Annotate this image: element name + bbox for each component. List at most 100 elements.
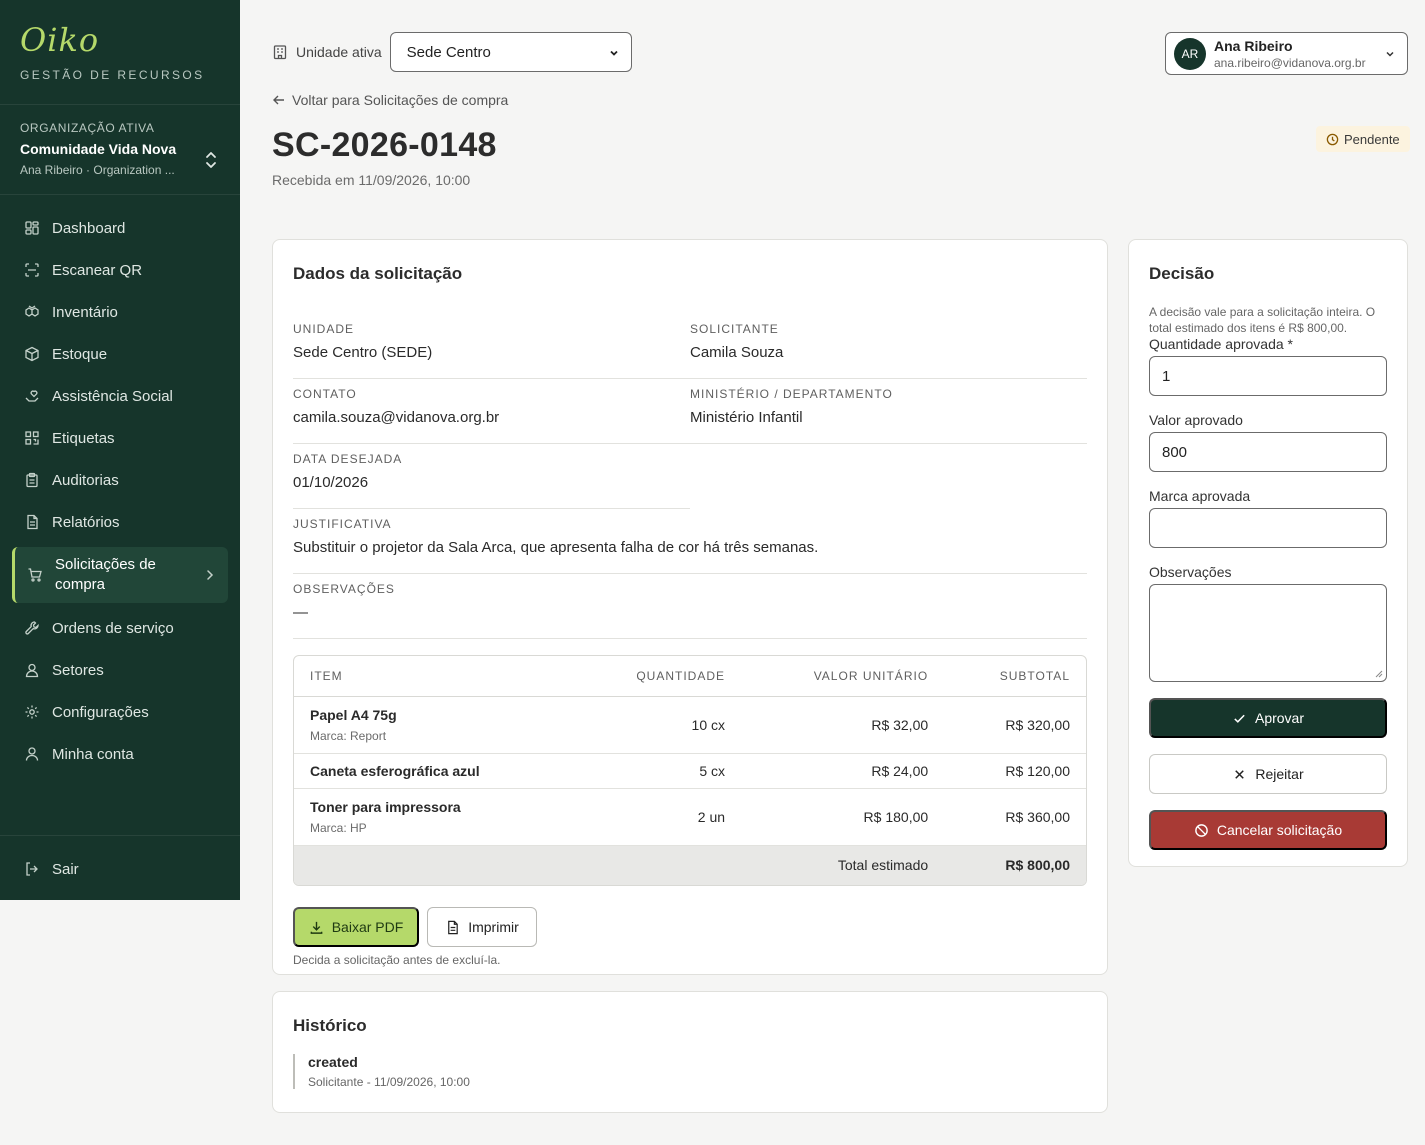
hand-heart-icon	[25, 390, 39, 402]
cart-icon	[28, 568, 42, 582]
oiko-logo[interactable]: Oiko	[20, 22, 220, 58]
nav-item-auditorias[interactable]: Auditorias	[0, 459, 240, 501]
approved-qty-label: Quantidade aprovada *	[1149, 336, 1293, 352]
history-entry-title: created	[308, 1054, 358, 1070]
download-pdf-button[interactable]: Baixar PDF	[293, 907, 419, 947]
approved-qty-input[interactable]: 1	[1149, 356, 1387, 396]
nav-label: Auditorias	[52, 471, 119, 489]
field-value: —	[293, 604, 308, 621]
page-title: SC-2026-0148	[272, 126, 497, 164]
cancel-request-button[interactable]: Cancelar solicitação	[1149, 810, 1387, 850]
item-brand: Marca: Report	[310, 728, 387, 743]
nav-item-etiquetas[interactable]: Etiquetas	[0, 417, 240, 459]
nav-label: Setores	[52, 661, 104, 679]
chevron-down-icon	[1386, 51, 1394, 57]
nav-item-inventario[interactable]: Inventário	[0, 291, 240, 333]
reject-label: Rejeitar	[1255, 766, 1304, 782]
table-row: Caneta esferográfica azul 5 cx R$ 24,00 …	[294, 753, 1086, 789]
approve-button[interactable]: Aprovar	[1149, 698, 1387, 738]
item-name: Caneta esferográfica azul	[310, 762, 480, 779]
print-label: Imprimir	[468, 919, 519, 935]
item-name: Papel A4 75g	[310, 706, 397, 723]
download-pdf-label: Baixar PDF	[331, 919, 404, 935]
resize-grip-icon[interactable]	[1375, 670, 1383, 678]
reject-button[interactable]: Rejeitar	[1149, 754, 1387, 794]
request-details-card: Dados da solicitação UNIDADE Sede Centro…	[272, 239, 1108, 975]
close-icon	[1235, 769, 1245, 779]
nav-label: Escanear QR	[52, 261, 143, 279]
active-unit: Unidade ativa Sede Centro	[272, 32, 632, 72]
history-title: Histórico	[293, 1016, 367, 1035]
field-ministerio: MINISTÉRIO / DEPARTAMENTO Ministério Inf…	[690, 387, 1087, 443]
brand: Oiko GESTÃO DE RECURSOS	[0, 0, 240, 105]
empty-cell	[573, 845, 742, 885]
wrench-icon	[25, 621, 39, 635]
approved-qty-value: 1	[1162, 367, 1171, 385]
column-header-valor-unitario: VALOR UNITÁRIO	[741, 656, 945, 697]
approved-value-input[interactable]: 800	[1149, 432, 1387, 472]
fields-row: CONTATO camila.souza@vidanova.org.br MIN…	[293, 379, 1087, 444]
nav-item-ordens-de-servico[interactable]: Ordens de serviço	[0, 607, 240, 649]
observations-textarea[interactable]	[1149, 584, 1387, 682]
logout-label: Sair	[52, 860, 79, 878]
org-label: ORGANIZAÇÃO ATIVA	[20, 121, 155, 135]
cancel-request-label: Cancelar solicitação	[1216, 822, 1343, 838]
logout-button[interactable]: Sair	[0, 848, 240, 890]
nav-item-scan-qr[interactable]: Escanear QR	[0, 249, 240, 291]
nav-item-solicitacoes-de-compra[interactable]: Solicitações de compra	[12, 547, 228, 603]
user-menu[interactable]: AR Ana Ribeiro ana.ribeiro@vidanova.org.…	[1165, 32, 1408, 75]
clipboard-icon	[26, 472, 38, 488]
item-name: Toner para impressora	[310, 798, 461, 815]
nav-label: Inventário	[52, 303, 118, 321]
back-link[interactable]: Voltar para Solicitações de compra	[272, 92, 508, 108]
nav-item-assistencia-social[interactable]: Assistência Social	[0, 375, 240, 417]
item-qty: 10 cx	[573, 696, 742, 754]
field-value: camila.souza@vidanova.org.br	[293, 409, 500, 426]
field-label: MINISTÉRIO / DEPARTAMENTO	[690, 387, 893, 401]
field-observacoes: OBSERVAÇÕES —	[293, 574, 1087, 639]
empty-cell	[294, 845, 574, 885]
field-value: Substituir o projetor da Sala Arca, que …	[293, 539, 819, 556]
approved-value-value: 800	[1162, 443, 1188, 461]
org-switcher[interactable]: ORGANIZAÇÃO ATIVA Comunidade Vida Nova A…	[0, 105, 240, 195]
box-icon	[25, 346, 39, 362]
nav-label: Solicitações de compra	[55, 556, 156, 593]
check-icon	[1234, 714, 1245, 723]
chevron-up-down-icon	[206, 152, 216, 168]
chevron-right-icon	[207, 570, 214, 580]
field-solicitante: SOLICITANTE Camila Souza	[690, 322, 1087, 378]
chevron-down-icon	[609, 50, 618, 56]
field-label: SOLICITANTE	[690, 322, 779, 336]
item-cell: Papel A4 75g Marca: Report	[294, 696, 574, 754]
nav-item-dashboard[interactable]: Dashboard	[0, 207, 240, 249]
nav-label: Etiquetas	[52, 429, 115, 447]
item-unit-price: R$ 32,00	[741, 696, 945, 754]
gear-icon	[25, 705, 39, 719]
details-title: Dados da solicitação	[293, 264, 463, 283]
approved-brand-input[interactable]	[1149, 508, 1387, 548]
sector-icon	[25, 663, 39, 678]
table-header-row: ITEM QUANTIDADE VALOR UNITÁRIO SUBTOTAL	[294, 656, 1086, 697]
table-row: Papel A4 75g Marca: Report 10 cx R$ 32,0…	[294, 696, 1086, 754]
print-button[interactable]: Imprimir	[427, 907, 537, 947]
nav-label: Ordens de serviço	[52, 619, 174, 637]
nav-item-minha-conta[interactable]: Minha conta	[0, 733, 240, 775]
qr-code-icon	[25, 431, 39, 445]
field-value: 01/10/2026	[293, 474, 369, 491]
field-label: JUSTIFICATIVA	[293, 517, 392, 531]
field-label: CONTATO	[293, 387, 357, 401]
nav-item-configuracoes[interactable]: Configurações	[0, 691, 240, 733]
nav-label: Estoque	[52, 345, 108, 363]
download-icon	[310, 921, 323, 934]
user-icon	[25, 747, 39, 761]
item-brand: Marca: HP	[310, 820, 367, 835]
nav-item-relatorios[interactable]: Relatórios	[0, 501, 240, 543]
item-subtotal: R$ 120,00	[944, 753, 1086, 789]
nav-item-estoque[interactable]: Estoque	[0, 333, 240, 375]
report-icon	[27, 514, 38, 530]
unit-select[interactable]: Sede Centro	[389, 32, 632, 72]
field-label: OBSERVAÇÕES	[293, 582, 395, 596]
org-user: Ana Ribeiro · Organization ...	[20, 163, 175, 177]
nav-item-setores[interactable]: Setores	[0, 649, 240, 691]
nav-label: Dashboard	[52, 219, 126, 237]
